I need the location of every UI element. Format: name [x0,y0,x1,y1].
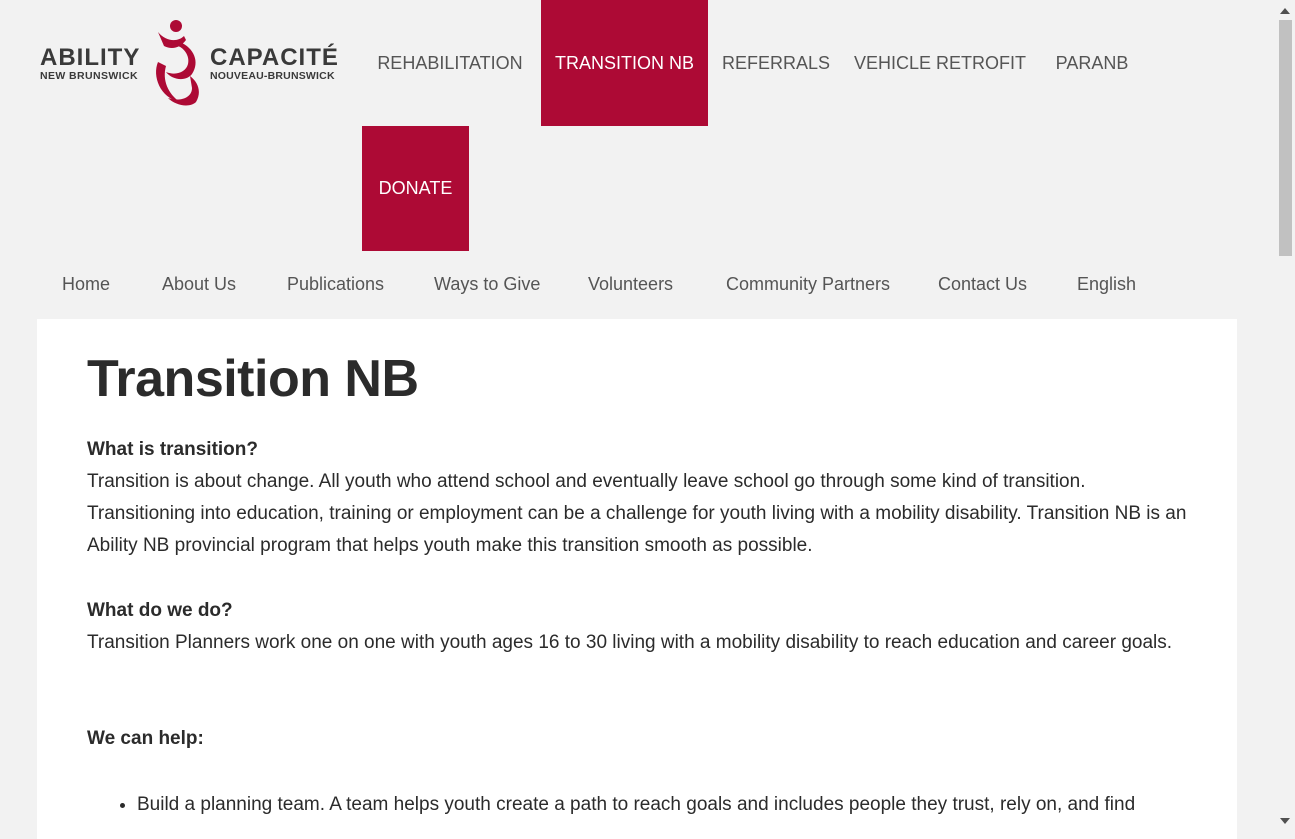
section-what-is-transition: What is transition? Transition is about … [87,434,1187,562]
donate-button[interactable]: DONATE [362,126,469,251]
nav-paranb[interactable]: PARANB [1039,0,1145,126]
help-list: Build a planning team. A team helps yout… [87,789,1197,821]
page-title: Transition NB [87,350,419,408]
section-body: Transition Planners work one on one with… [87,632,1173,653]
logo-word-ability: ABILITY [40,44,141,71]
subnav-community-partners[interactable]: Community Partners [726,260,890,308]
list-item: Build a planning team. A team helps yout… [137,789,1197,821]
section-heading: We can help: [87,728,204,749]
section-heading: What is transition? [87,439,258,460]
section-what-do-we-do: What do we do? Transition Planners work … [87,595,1187,659]
scroll-down-arrow-icon[interactable] [1280,818,1290,824]
subnav-ways-to-give[interactable]: Ways to Give [434,260,540,308]
subnav-volunteers[interactable]: Volunteers [588,260,673,308]
subnav-publications[interactable]: Publications [287,260,384,308]
site-logo[interactable]: ABILITY NEW BRUNSWICK CAPACITÉ NOUVEAU-B… [38,18,362,106]
section-body: Transition is about change. All youth wh… [87,471,1187,556]
nav-rehabilitation[interactable]: REHABILITATION [362,0,538,126]
nav-referrals[interactable]: REFERRALS [711,0,841,126]
subnav-about-us[interactable]: About Us [162,260,236,308]
main-content: Transition NB What is transition? Transi… [37,319,1237,839]
scroll-up-arrow-icon[interactable] [1280,8,1290,14]
section-we-can-help: We can help: [87,723,1187,755]
logo-word-capacite: CAPACITÉ [210,44,339,71]
nav-vehicle-retrofit[interactable]: VEHICLE RETROFIT [844,0,1036,126]
section-heading: What do we do? [87,600,233,621]
page-scrollbar[interactable] [1275,0,1295,832]
scroll-thumb[interactable] [1279,20,1292,256]
logo-sub-new-brunswick: NEW BRUNSWICK [40,70,138,82]
subnav-home[interactable]: Home [62,260,110,308]
subnav-contact-us[interactable]: Contact Us [938,260,1027,308]
nav-transition-nb[interactable]: TRANSITION NB [541,0,708,126]
subnav-language-toggle[interactable]: English [1077,260,1136,308]
logo-sub-nouveau-brunswick: NOUVEAU-BRUNSWICK [210,70,335,82]
logo-figure-icon [156,20,199,106]
